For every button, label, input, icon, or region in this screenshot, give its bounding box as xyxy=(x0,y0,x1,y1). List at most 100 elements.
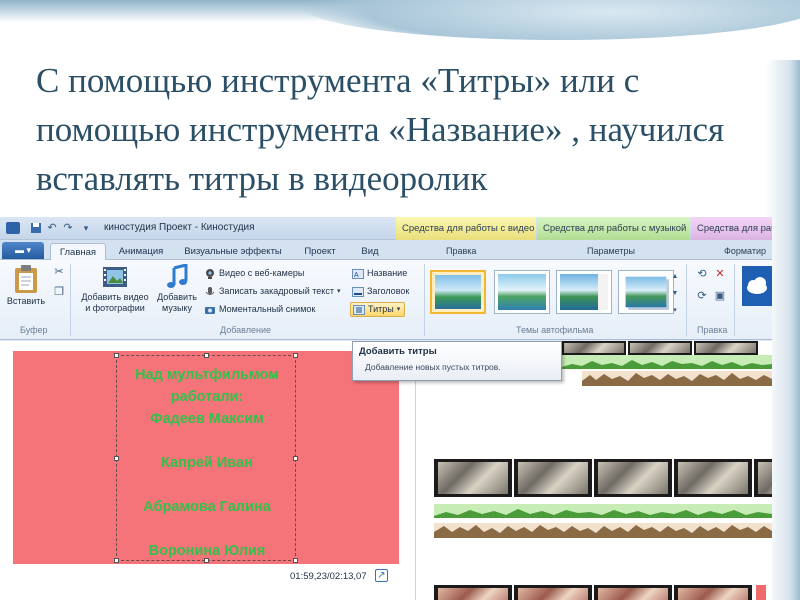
group-label-clipboard: Буфер xyxy=(20,325,48,335)
clip-frame[interactable] xyxy=(674,459,752,497)
tab-parameters[interactable]: Параметры xyxy=(587,243,635,260)
credits-label: Титры xyxy=(368,304,394,314)
tab-visual-effects[interactable]: Визуальные эффекты xyxy=(176,243,290,260)
video-preview[interactable]: Над мультфильмом работали: Фадеев Максим… xyxy=(13,351,399,564)
theme-thumbnail[interactable] xyxy=(430,270,486,314)
resize-handle[interactable] xyxy=(204,353,209,358)
add-video-label: Добавить видео и фотографии xyxy=(81,292,149,313)
context-tab-video-tools: Средства для работы с видео xyxy=(396,217,536,240)
copy-icon[interactable]: ❐ xyxy=(53,286,65,298)
caption-icon xyxy=(352,286,364,297)
filmstrip-icon xyxy=(103,267,127,287)
credits-tooltip: Добавить титры Добавление новых пустых т… xyxy=(352,341,562,381)
clip-frame[interactable] xyxy=(514,459,592,497)
theme-thumbnail[interactable] xyxy=(556,270,612,314)
credits-line xyxy=(117,518,297,540)
theme-thumbnail[interactable] xyxy=(618,270,674,314)
clip-frame[interactable] xyxy=(628,341,692,355)
clip-frame[interactable] xyxy=(434,459,512,497)
clip-frame[interactable] xyxy=(594,459,672,497)
caption-label: Заголовок xyxy=(367,286,410,296)
tab-edit[interactable]: Правка xyxy=(446,243,476,260)
add-video-photos-button[interactable]: Добавить видео и фотографии xyxy=(76,264,154,314)
undo-icon[interactable]: ↶ xyxy=(46,222,58,234)
tab-project[interactable]: Проект xyxy=(296,243,344,260)
theme-thumbnail[interactable] xyxy=(494,270,550,314)
tab-home[interactable]: Главная xyxy=(50,243,106,260)
playhead-marker[interactable] xyxy=(756,585,766,600)
add-music-button[interactable]: Добавить музыку xyxy=(154,264,200,314)
snapshot-button[interactable]: Моментальный снимок xyxy=(204,302,315,317)
tab-format[interactable]: Форматир xyxy=(724,243,766,260)
credits-line: Воронина Юлия xyxy=(148,543,266,559)
add-credits-button[interactable]: Титры ▾ xyxy=(350,302,406,317)
credits-line: работали: xyxy=(170,389,244,405)
window-title: киностудия Проект - Киностудия xyxy=(104,222,255,233)
group-label-add: Добавление xyxy=(220,325,271,335)
slide-decor-swoosh xyxy=(300,0,800,40)
tab-animation[interactable]: Анимация xyxy=(110,243,172,260)
rotate-icon[interactable]: ⟲ xyxy=(696,268,708,280)
credits-text: Над мультфильмом работали: Фадеев Максим… xyxy=(117,364,297,562)
text-selection-box[interactable]: Над мультфильмом работали: Фадеев Максим… xyxy=(114,353,298,563)
add-caption-button[interactable]: Заголовок xyxy=(352,284,409,299)
audio-track-narration[interactable] xyxy=(582,371,772,386)
group-label-edit: Правка xyxy=(697,325,728,335)
webcam-icon xyxy=(206,268,214,279)
tab-view[interactable]: Вид xyxy=(350,243,390,260)
clip-frame[interactable] xyxy=(514,585,592,600)
ribbon: Вставить ✂ ❐ Буфер Добавить видео и фото… xyxy=(0,260,772,340)
rotate-icon[interactable]: ⟳ xyxy=(696,290,708,302)
save-icon[interactable] xyxy=(30,222,42,234)
waveform xyxy=(434,525,772,538)
credits-line: Капрей Иван xyxy=(161,455,253,471)
resize-handle[interactable] xyxy=(114,353,119,358)
add-title-button[interactable]: A Название xyxy=(352,266,407,281)
clip-frame[interactable] xyxy=(674,585,752,600)
gallery-scroll-buttons[interactable]: ▲ ▼ ▾ xyxy=(670,268,680,320)
clip-frame[interactable] xyxy=(694,341,758,355)
paste-button[interactable]: Вставить xyxy=(4,264,48,307)
chevron-down-icon: ▾ xyxy=(396,306,401,313)
quick-access-dropdown-icon[interactable]: ▾ xyxy=(80,222,92,234)
svg-text:A: A xyxy=(354,272,359,279)
ribbon-tab-bar: ▬ ▾ Главная Анимация Визуальные эффекты … xyxy=(0,240,772,260)
clip-frame[interactable] xyxy=(562,341,626,355)
waveform xyxy=(582,373,772,386)
webcam-video-label: Видео с веб-камеры xyxy=(219,268,305,278)
audio-track-narration[interactable] xyxy=(434,523,772,538)
clip-strip[interactable] xyxy=(434,585,754,600)
context-tab-music-tools: Средства для работы с музыкой xyxy=(537,217,690,240)
credits-icon xyxy=(353,304,365,315)
audio-track-music[interactable] xyxy=(434,504,772,518)
clip-frame[interactable] xyxy=(754,459,772,497)
autofilm-theme-gallery xyxy=(428,266,680,322)
record-narration-button[interactable]: Записать закадровый текст ▾ xyxy=(204,284,340,299)
credits-line xyxy=(117,474,297,496)
scissors-icon[interactable]: ✂ xyxy=(53,266,65,278)
clip-frame[interactable] xyxy=(434,585,512,600)
file-menu-button[interactable]: ▬ ▾ xyxy=(2,242,44,259)
fullscreen-icon[interactable]: ↗ xyxy=(375,569,388,582)
resize-handle[interactable] xyxy=(293,353,298,358)
title-label: Название xyxy=(367,268,408,278)
clipboard-icon xyxy=(15,265,37,293)
skydrive-button[interactable] xyxy=(742,266,772,306)
audio-track-music[interactable] xyxy=(562,355,772,369)
credits-line: Фадеев Максим xyxy=(150,411,264,427)
credits-line: Абрамова Галина xyxy=(143,499,271,515)
webcam-video-button[interactable]: Видео с веб-камеры xyxy=(204,266,304,281)
tooltip-title: Добавить титры xyxy=(359,346,437,357)
ribbon-separator xyxy=(734,264,735,336)
context-tab-text-tools: Средства для работы с текстом xyxy=(691,217,772,240)
microphone-icon xyxy=(205,286,215,295)
slide-text: С помощью инструмента «Титры» или с помо… xyxy=(36,61,725,198)
delete-icon[interactable]: ✕ xyxy=(714,268,726,280)
movie-maker-window: ↶ ↷ ▾ киностудия Проект - Киностудия Сре… xyxy=(0,217,772,600)
group-label-themes: Темы автофильма xyxy=(516,325,594,335)
clip-frame[interactable] xyxy=(594,585,672,600)
clip-strip[interactable] xyxy=(434,459,772,497)
redo-icon[interactable]: ↷ xyxy=(62,222,74,234)
chevron-down-icon: ▾ xyxy=(336,288,341,295)
select-all-icon[interactable]: ▣ xyxy=(714,290,726,302)
